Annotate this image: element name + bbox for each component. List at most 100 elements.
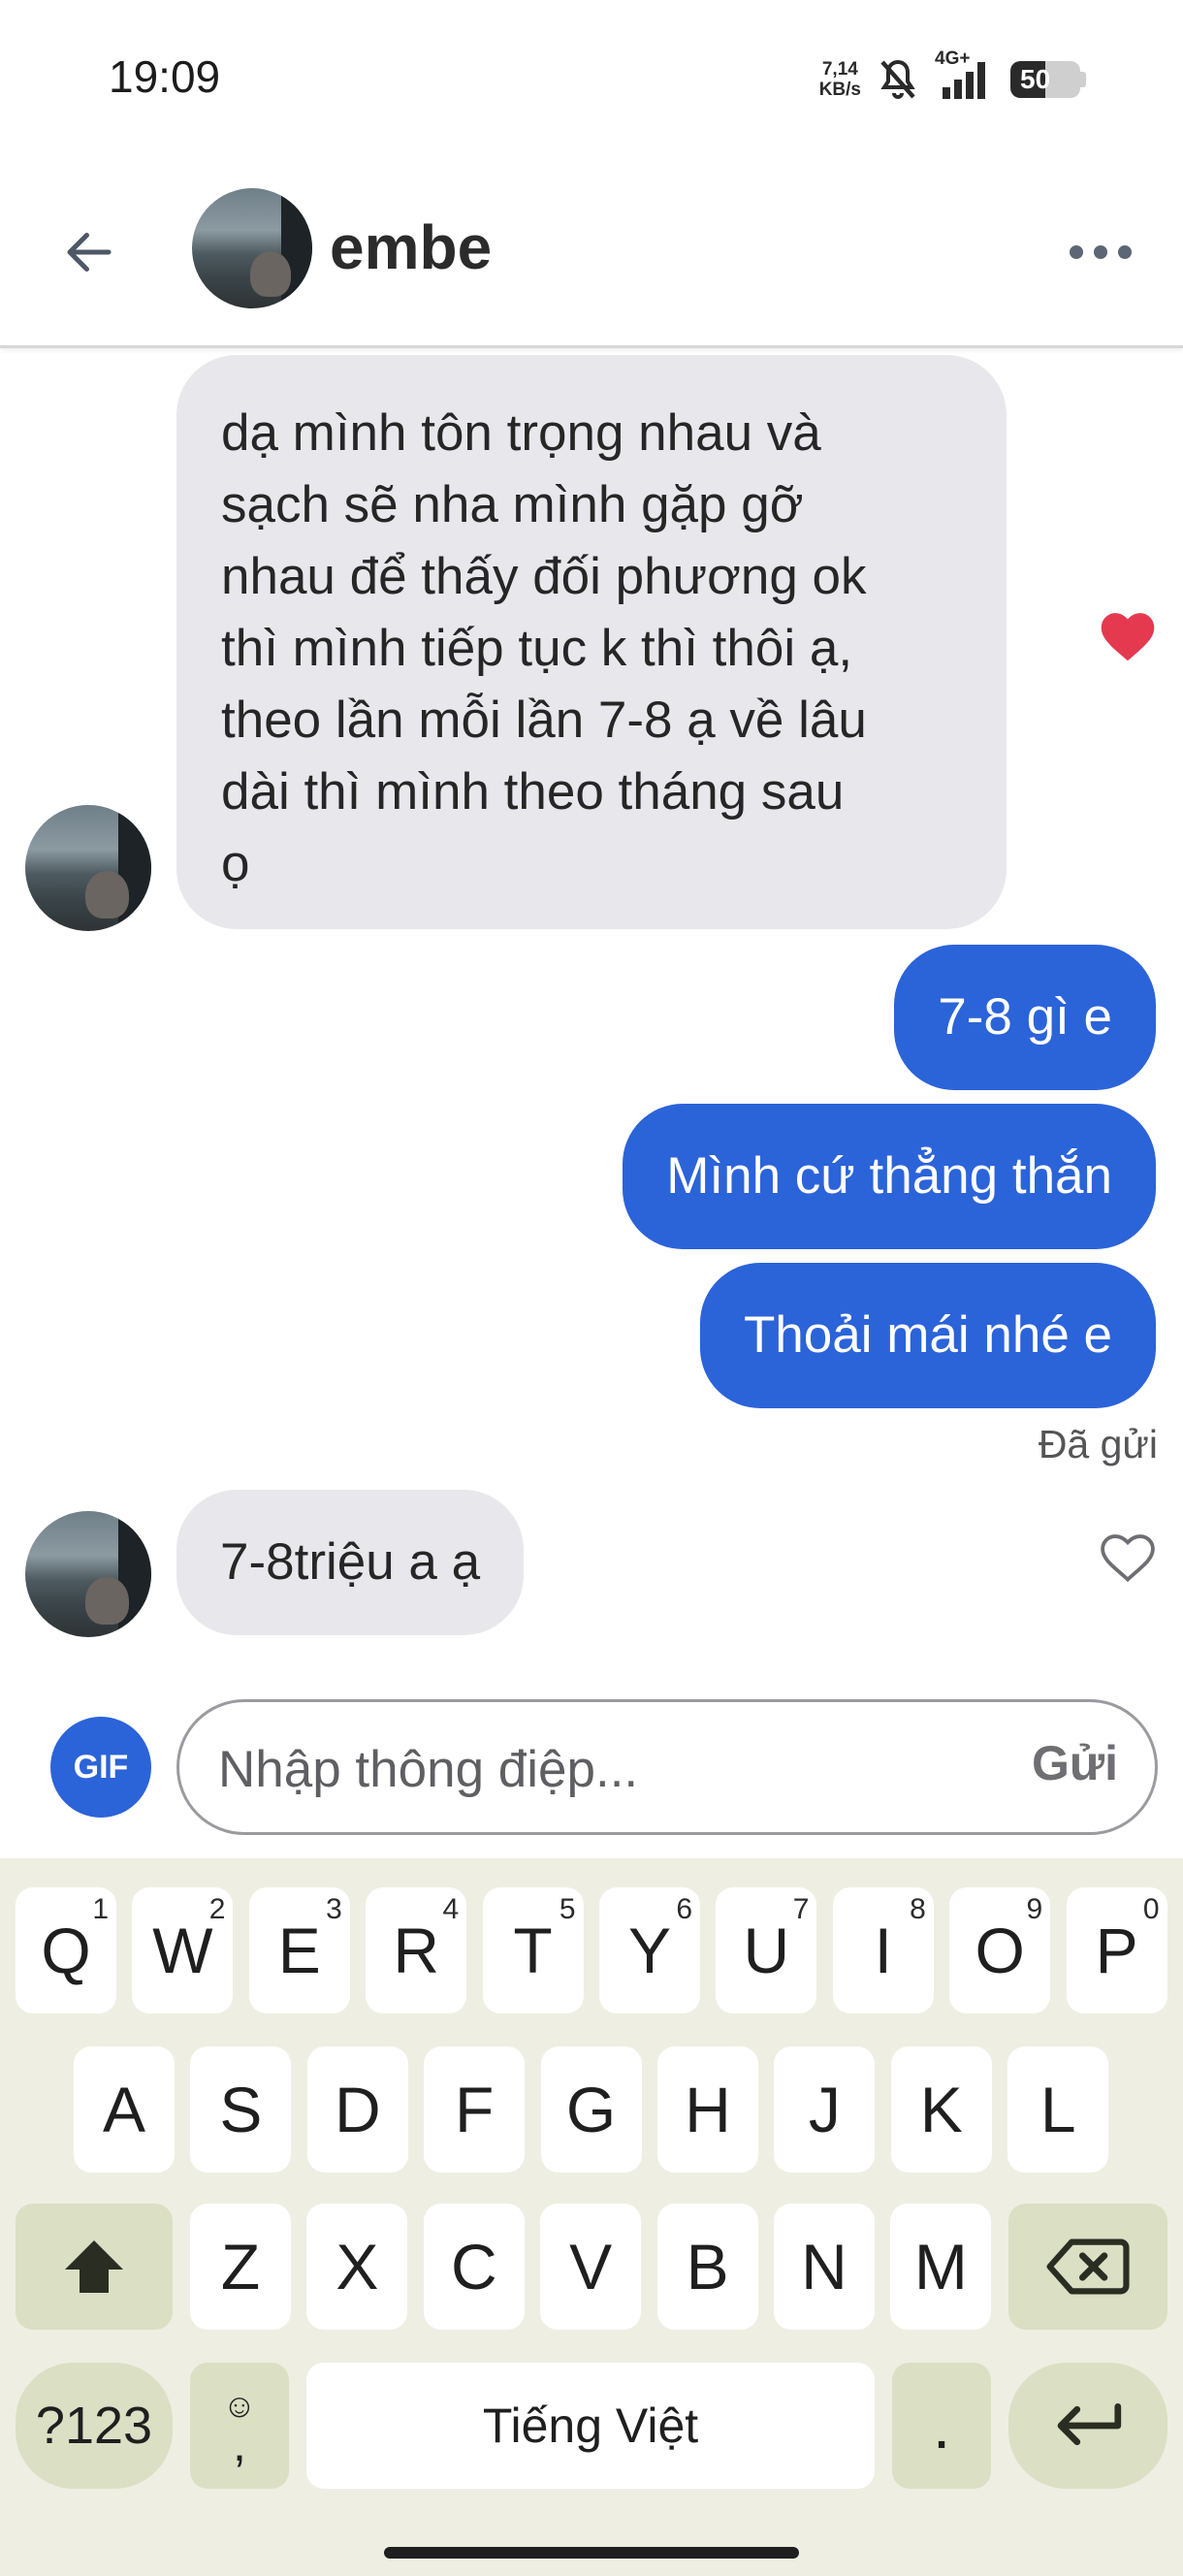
status-bar: 19:09 7,14 KB/s 4G+ 50 xyxy=(0,0,1183,165)
key-f[interactable]: F xyxy=(424,2046,526,2173)
key-hint: 5 xyxy=(559,1893,576,1925)
network-speed-unit: KB/s xyxy=(818,80,861,100)
key-hint: 8 xyxy=(910,1893,926,1925)
emoji-comma-key[interactable]: ☺ , xyxy=(190,2363,289,2489)
key-g[interactable]: G xyxy=(540,2046,642,2173)
key-n[interactable]: N xyxy=(774,2204,875,2330)
symbols-key[interactable]: ?123 xyxy=(16,2363,173,2489)
key-z[interactable]: Z xyxy=(190,2204,291,2330)
key-label: H xyxy=(685,2074,731,2145)
incoming-message[interactable]: 7-8triệu a ạ xyxy=(176,1490,525,1635)
message-composer: Gửi xyxy=(176,1699,1158,1835)
message-line: dạ mình tôn trọng nhau và xyxy=(221,404,821,462)
key-h[interactable]: H xyxy=(657,2046,758,2173)
key-label: R xyxy=(393,1915,440,1986)
status-time: 19:09 xyxy=(109,51,221,102)
key-label: M xyxy=(913,2231,968,2302)
key-label: E xyxy=(277,1915,321,1986)
sender-avatar[interactable] xyxy=(25,1511,151,1637)
outgoing-message[interactable]: Thoải mái nhé e xyxy=(699,1263,1156,1408)
key-c[interactable]: C xyxy=(423,2204,525,2330)
battery-icon: 50 xyxy=(1010,61,1086,98)
key-label: Y xyxy=(627,1915,672,1986)
network-type: 4G+ xyxy=(935,48,971,69)
send-button[interactable]: Gửi xyxy=(1032,1735,1118,1791)
key-label: F xyxy=(455,2074,495,2145)
period-key[interactable]: . xyxy=(892,2363,991,2489)
backspace-icon xyxy=(1046,2238,1130,2295)
key-label: T xyxy=(513,1915,553,1986)
key-label: J xyxy=(808,2074,841,2145)
outgoing-message[interactable]: 7-8 gì e xyxy=(894,945,1156,1090)
more-options-button[interactable] xyxy=(1057,223,1144,281)
key-q[interactable]: Q1 xyxy=(16,1887,116,2013)
key-d[interactable]: D xyxy=(306,2046,408,2173)
key-r[interactable]: R4 xyxy=(366,1887,467,2013)
contact-name[interactable]: embe xyxy=(330,211,492,283)
contact-avatar[interactable] xyxy=(192,188,312,308)
message-line: dài thì mình theo tháng sau xyxy=(221,763,845,821)
key-u[interactable]: U7 xyxy=(716,1887,817,2013)
key-hint: 3 xyxy=(326,1893,342,1925)
key-p[interactable]: P0 xyxy=(1066,1887,1167,2013)
chat-header: embe xyxy=(0,165,1183,348)
network-speed-value: 7,14 xyxy=(821,59,858,80)
key-o[interactable]: O9 xyxy=(949,1887,1051,2013)
heart-filled-icon xyxy=(1101,613,1155,661)
shift-arrow-icon xyxy=(65,2240,123,2293)
key-y[interactable]: Y6 xyxy=(599,1887,700,2013)
message-input[interactable] xyxy=(216,1731,976,1807)
shift-key[interactable] xyxy=(16,2204,173,2330)
key-label: D xyxy=(334,2074,381,2145)
key-label: K xyxy=(919,2074,963,2145)
comma-label: , xyxy=(233,2417,246,2471)
key-b[interactable]: B xyxy=(656,2204,758,2330)
key-hint: 0 xyxy=(1142,1893,1160,1925)
key-t[interactable]: T5 xyxy=(482,1887,584,2013)
message-line: sạch sẽ nha mình gặp gỡ xyxy=(221,476,804,533)
key-label: G xyxy=(565,2074,617,2145)
key-i[interactable]: I8 xyxy=(832,1887,934,2013)
home-indicator[interactable] xyxy=(384,2547,799,2559)
sender-avatar[interactable] xyxy=(25,805,151,931)
on-screen-keyboard: ?123 ☺ , Tiếng Việt . Q1W2E3R4T5Y6U7I8O9… xyxy=(0,1858,1183,2576)
key-a[interactable]: A xyxy=(74,2046,175,2173)
key-s[interactable]: S xyxy=(190,2046,292,2173)
incoming-message[interactable]: dạ mình tôn trọng nhau và sạch sẽ nha mì… xyxy=(176,355,1007,929)
battery-level: 50 xyxy=(1020,64,1051,94)
message-line: thì mình tiếp tục k thì thôi ạ, xyxy=(221,620,853,677)
space-key[interactable]: Tiếng Việt xyxy=(306,2363,875,2489)
network-speed: 7,14 KB/s xyxy=(819,59,861,100)
key-hint: 7 xyxy=(792,1893,810,1925)
like-button[interactable] xyxy=(1094,1525,1162,1587)
message-text: Mình cứ thẳng thắn xyxy=(666,1147,1112,1205)
key-label: X xyxy=(336,2231,379,2302)
message-line: ọ xyxy=(221,835,250,892)
message-text: Thoải mái nhé e xyxy=(743,1306,1112,1364)
key-k[interactable]: K xyxy=(890,2046,992,2173)
key-label: I xyxy=(874,1915,892,1986)
key-v[interactable]: V xyxy=(540,2204,642,2330)
key-label: B xyxy=(686,2231,729,2302)
key-label: O xyxy=(975,1915,1025,1986)
outgoing-message[interactable]: Mình cứ thẳng thắn xyxy=(623,1104,1156,1249)
back-button[interactable] xyxy=(50,213,128,291)
key-w[interactable]: W2 xyxy=(132,1887,234,2013)
key-x[interactable]: X xyxy=(306,2204,408,2330)
key-l[interactable]: L xyxy=(1007,2046,1109,2173)
key-e[interactable]: E3 xyxy=(248,1887,350,2013)
like-button-liked[interactable] xyxy=(1094,603,1162,665)
key-hint: 2 xyxy=(208,1893,226,1925)
message-text: 7-8 gì e xyxy=(938,988,1112,1046)
enter-key[interactable] xyxy=(1008,2363,1167,2489)
key-j[interactable]: J xyxy=(774,2046,876,2173)
key-m[interactable]: M xyxy=(890,2204,992,2330)
key-label: Q xyxy=(41,1915,91,1986)
backspace-key[interactable] xyxy=(1008,2204,1167,2330)
message-line: theo lần mỗi lần 7-8 ạ về lâu xyxy=(221,692,867,749)
gif-button[interactable]: GIF xyxy=(50,1717,151,1818)
key-label: P xyxy=(1095,1915,1138,1986)
sent-status: Đã gửi xyxy=(1038,1422,1158,1466)
heart-outline-icon xyxy=(1101,1534,1155,1583)
status-icons: 7,14 KB/s 4G+ 50 xyxy=(819,48,1086,109)
